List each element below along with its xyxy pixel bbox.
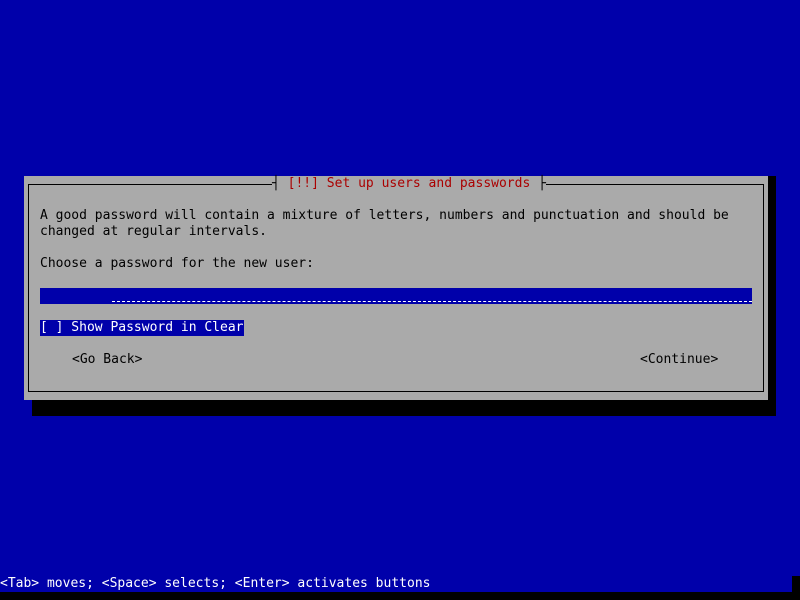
dialog-title-text: [!!] Set up users and passwords — [287, 176, 531, 191]
show-password-checkbox[interactable]: [ ] Show Password in Clear — [40, 320, 244, 336]
title-bracket-right: ├ — [530, 176, 546, 191]
bottom-band — [0, 592, 800, 600]
description-line-1: A good password will contain a mixture o… — [40, 208, 729, 223]
continue-button[interactable]: <Continue> — [640, 352, 718, 368]
password-input[interactable]: ****** — [40, 288, 752, 304]
password-prompt: Choose a password for the new user: — [40, 256, 314, 271]
status-bar-help: <Tab> moves; <Space> selects; <Enter> ac… — [0, 576, 800, 592]
title-bracket-left: ┤ — [272, 176, 288, 191]
input-underline — [112, 301, 752, 302]
go-back-button[interactable]: <Go Back> — [72, 352, 142, 368]
dialog-title: ┤ [!!] Set up users and passwords ├ — [272, 176, 546, 192]
status-bar-edge — [792, 576, 800, 592]
description-line-2: changed at regular intervals. — [40, 224, 267, 239]
